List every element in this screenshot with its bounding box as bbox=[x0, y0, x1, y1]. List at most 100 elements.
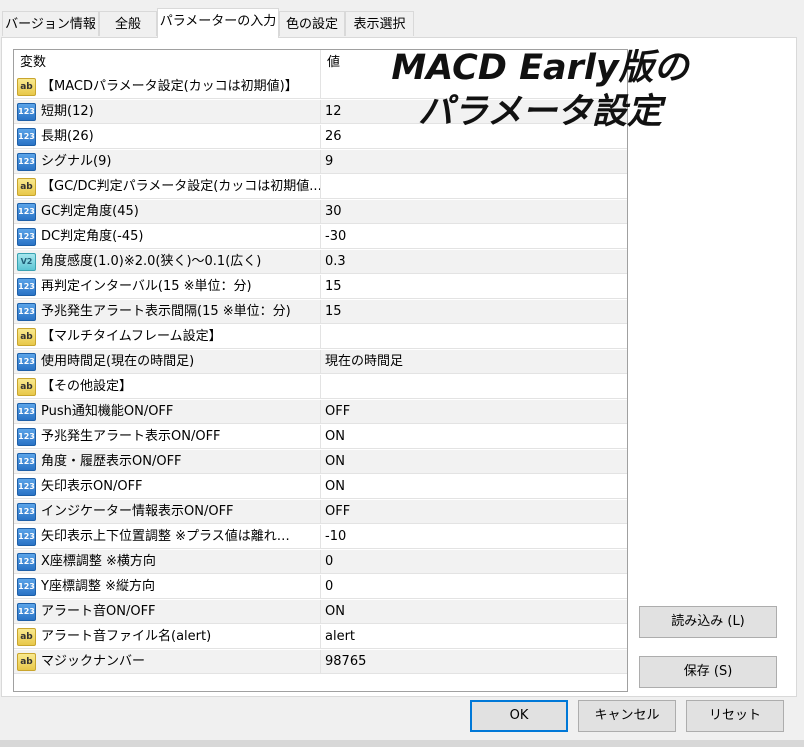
parameter-value-cell[interactable]: OFF bbox=[320, 400, 627, 424]
parameter-value-cell[interactable]: alert bbox=[320, 625, 627, 649]
parameter-value-cell[interactable]: ON bbox=[320, 425, 627, 449]
parameter-name-cell[interactable]: ab マジックナンバー bbox=[14, 650, 320, 674]
parameter-name-cell[interactable]: 123 Push通知機能ON/OFF bbox=[14, 400, 320, 424]
parameter-name-cell[interactable]: 123 アラート音ON/OFF bbox=[14, 600, 320, 624]
parameter-name-cell[interactable]: 123 予兆発生アラート表示ON/OFF bbox=[14, 425, 320, 449]
parameter-row[interactable]: 123 インジケーター情報表示ON/OFF OFF bbox=[14, 500, 627, 525]
parameter-name-cell[interactable]: 123 長期(26) bbox=[14, 125, 320, 149]
parameter-value-cell[interactable]: 30 bbox=[320, 200, 627, 224]
parameter-row[interactable]: 123 Y座標調整 ※縦方向 0 bbox=[14, 575, 627, 600]
integer-type-icon: 123 bbox=[17, 153, 36, 171]
parameter-name-cell[interactable]: 123 インジケーター情報表示ON/OFF bbox=[14, 500, 320, 524]
parameter-name-cell[interactable]: ab 【GC/DC判定パラメータ設定(カッコは初期値... bbox=[14, 175, 320, 199]
parameter-value-cell[interactable]: 0 bbox=[320, 550, 627, 574]
integer-type-icon: 123 bbox=[17, 203, 36, 221]
parameter-name-cell[interactable]: 123 短期(12) bbox=[14, 100, 320, 124]
reset-button[interactable]: リセット bbox=[686, 700, 784, 732]
parameter-value-cell[interactable] bbox=[320, 325, 627, 349]
parameter-name-cell[interactable]: 123 GC判定角度(45) bbox=[14, 200, 320, 224]
parameter-value-cell[interactable] bbox=[320, 175, 627, 199]
parameter-row[interactable]: 123 使用時間足(現在の時間足) 現在の時間足 bbox=[14, 350, 627, 375]
parameter-name-cell[interactable]: 123 Y座標調整 ※縦方向 bbox=[14, 575, 320, 599]
tab-version-info[interactable]: バージョン情報 bbox=[2, 11, 99, 36]
parameter-row[interactable]: ab 【マルチタイムフレーム設定】 bbox=[14, 325, 627, 350]
background-strip bbox=[0, 740, 804, 747]
parameter-value-cell[interactable]: 15 bbox=[320, 275, 627, 299]
parameter-name-cell[interactable]: 123 使用時間足(現在の時間足) bbox=[14, 350, 320, 374]
overlay-line-1: MACD Early版の bbox=[391, 48, 689, 88]
parameter-name-cell[interactable]: 123 矢印表示上下位置調整 ※プラス値は離れ… bbox=[14, 525, 320, 549]
parameter-row[interactable]: 123 角度・履歴表示ON/OFF ON bbox=[14, 450, 627, 475]
parameter-name-cell[interactable]: ab 【マルチタイムフレーム設定】 bbox=[14, 325, 320, 349]
parameter-name-cell[interactable]: ab 【その他設定】 bbox=[14, 375, 320, 399]
parameter-name: 再判定インターバル(15 ※単位：分) bbox=[41, 279, 252, 294]
parameter-name-cell[interactable]: ab アラート音ファイル名(alert) bbox=[14, 625, 320, 649]
parameter-value-cell[interactable]: OFF bbox=[320, 500, 627, 524]
parameter-value-cell[interactable]: 0.3 bbox=[320, 250, 627, 274]
parameter-value-cell[interactable]: 現在の時間足 bbox=[320, 350, 627, 374]
parameter-name-cell[interactable]: 123 角度・履歴表示ON/OFF bbox=[14, 450, 320, 474]
parameter-value-cell[interactable]: ON bbox=[320, 450, 627, 474]
tab-display-selection[interactable]: 表示選択 bbox=[345, 11, 414, 36]
overlay-line-2: パラメータ設定 bbox=[418, 92, 662, 132]
parameter-row[interactable]: ab 【GC/DC判定パラメータ設定(カッコは初期値... bbox=[14, 175, 627, 200]
parameter-row[interactable]: 123 アラート音ON/OFF ON bbox=[14, 600, 627, 625]
parameter-name: アラート音ON/OFF bbox=[41, 604, 156, 619]
tab-general[interactable]: 全般 bbox=[99, 11, 157, 36]
integer-type-icon: 123 bbox=[17, 428, 36, 446]
parameter-value-cell[interactable]: 15 bbox=[320, 300, 627, 324]
parameter-name-cell[interactable]: 123 予兆発生アラート表示間隔(15 ※単位：分) bbox=[14, 300, 320, 324]
parameter-row[interactable]: 123 DC判定角度(-45) -30 bbox=[14, 225, 627, 250]
parameter-name-cell[interactable]: V2 角度感度(1.0)※2.0(狭く)～0.1(広く) bbox=[14, 250, 320, 274]
ok-button[interactable]: OK bbox=[470, 700, 568, 732]
tab-color-settings[interactable]: 色の設定 bbox=[279, 11, 345, 36]
parameter-value-cell[interactable]: ON bbox=[320, 600, 627, 624]
parameter-row[interactable]: V2 角度感度(1.0)※2.0(狭く)～0.1(広く) 0.3 bbox=[14, 250, 627, 275]
integer-type-icon: 123 bbox=[17, 103, 36, 121]
parameter-value-cell[interactable]: ON bbox=[320, 475, 627, 499]
parameter-row[interactable]: 123 X座標調整 ※横方向 0 bbox=[14, 550, 627, 575]
parameter-row[interactable]: ab マジックナンバー 98765 bbox=[14, 650, 627, 675]
parameter-name: 【マルチタイムフレーム設定】 bbox=[41, 329, 222, 344]
parameter-value-cell[interactable]: 0 bbox=[320, 575, 627, 599]
integer-type-icon: 123 bbox=[17, 503, 36, 521]
parameter-row[interactable]: 123 GC判定角度(45) 30 bbox=[14, 200, 627, 225]
parameter-name: X座標調整 ※横方向 bbox=[41, 554, 156, 569]
tab-bar: バージョン情報 全般 パラメーターの入力 色の設定 表示選択 bbox=[0, 0, 804, 38]
parameter-name-cell[interactable]: 123 再判定インターバル(15 ※単位：分) bbox=[14, 275, 320, 299]
parameter-name: 矢印表示ON/OFF bbox=[41, 479, 143, 494]
parameter-value-cell[interactable]: 98765 bbox=[320, 650, 627, 674]
parameter-name-cell[interactable]: ab 【MACDパラメータ設定(カッコは初期値)】 bbox=[14, 75, 320, 99]
integer-type-icon: 123 bbox=[17, 453, 36, 471]
parameter-name-cell[interactable]: 123 シグナル(9) bbox=[14, 150, 320, 174]
parameter-row[interactable]: 123 シグナル(9) 9 bbox=[14, 150, 627, 175]
save-button[interactable]: 保存 (S) bbox=[639, 656, 777, 688]
parameter-grid[interactable]: 変数 値 ab 【MACDパラメータ設定(カッコは初期値)】 123 短期(12) 12… bbox=[13, 49, 628, 692]
parameter-name-cell[interactable]: 123 DC判定角度(-45) bbox=[14, 225, 320, 249]
parameter-row[interactable]: 123 矢印表示上下位置調整 ※プラス値は離れ… -10 bbox=[14, 525, 627, 550]
parameter-value-cell[interactable]: -30 bbox=[320, 225, 627, 249]
parameter-row[interactable]: 123 Push通知機能ON/OFF OFF bbox=[14, 400, 627, 425]
parameter-row[interactable]: 123 予兆発生アラート表示間隔(15 ※単位：分) 15 bbox=[14, 300, 627, 325]
parameter-row[interactable]: 123 予兆発生アラート表示ON/OFF ON bbox=[14, 425, 627, 450]
parameter-name-cell[interactable]: 123 X座標調整 ※横方向 bbox=[14, 550, 320, 574]
parameter-row[interactable]: ab 【その他設定】 bbox=[14, 375, 627, 400]
parameter-row[interactable]: 123 矢印表示ON/OFF ON bbox=[14, 475, 627, 500]
integer-type-icon: 123 bbox=[17, 128, 36, 146]
parameter-value-cell[interactable] bbox=[320, 375, 627, 399]
integer-type-icon: 123 bbox=[17, 353, 36, 371]
parameter-name: 【GC/DC判定パラメータ設定(カッコは初期値... bbox=[41, 179, 320, 194]
tab-parameter-input[interactable]: パラメーターの入力 bbox=[157, 8, 279, 38]
parameter-row[interactable]: ab アラート音ファイル名(alert) alert bbox=[14, 625, 627, 650]
parameter-name: DC判定角度(-45) bbox=[41, 229, 144, 244]
parameter-value-cell[interactable]: -10 bbox=[320, 525, 627, 549]
parameter-row[interactable]: 123 再判定インターバル(15 ※単位：分) 15 bbox=[14, 275, 627, 300]
parameter-name-cell[interactable]: 123 矢印表示ON/OFF bbox=[14, 475, 320, 499]
load-button[interactable]: 読み込み (L) bbox=[639, 606, 777, 638]
cancel-button[interactable]: キャンセル bbox=[578, 700, 676, 732]
parameter-name: 予兆発生アラート表示ON/OFF bbox=[41, 429, 221, 444]
header-variable[interactable]: 変数 bbox=[14, 50, 320, 75]
parameter-value-cell[interactable]: 9 bbox=[320, 150, 627, 174]
integer-type-icon: 123 bbox=[17, 478, 36, 496]
text-type-icon: ab bbox=[17, 378, 36, 396]
